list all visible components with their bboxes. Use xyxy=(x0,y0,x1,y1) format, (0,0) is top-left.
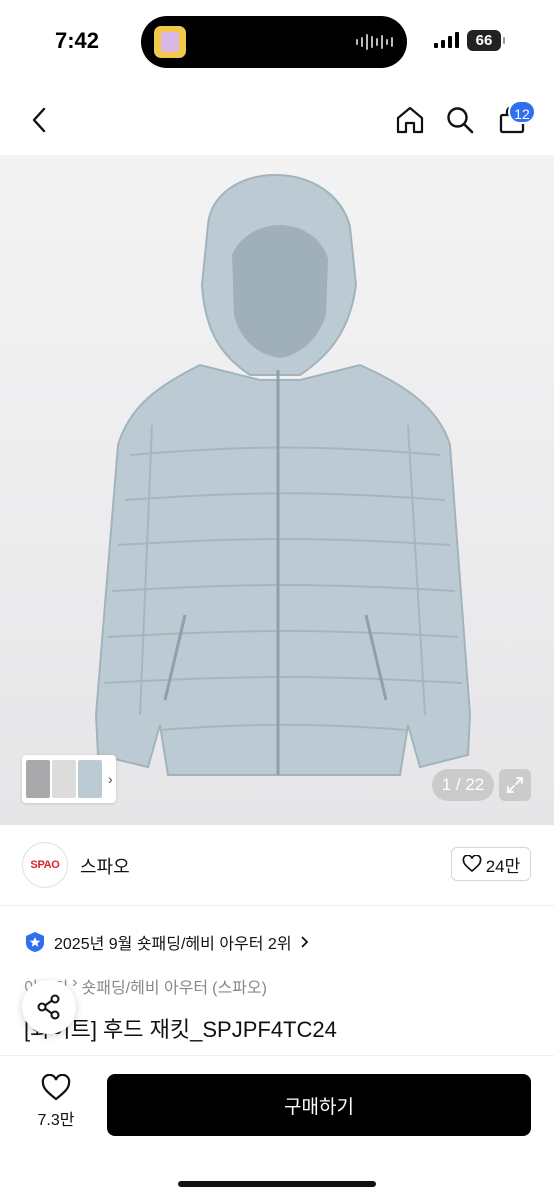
image-page-counter: 1 / 22 xyxy=(432,769,494,801)
wishlist-button[interactable]: 7.3만 xyxy=(22,1074,90,1144)
breadcrumb-item[interactable]: (스파오) xyxy=(212,974,267,998)
share-button[interactable] xyxy=(22,980,76,1034)
heart-icon xyxy=(41,1074,71,1101)
brand-like-button[interactable]: 24만 xyxy=(451,847,531,881)
back-button[interactable] xyxy=(22,102,58,138)
ranking-text: 2025년 9월 숏패딩/헤비 아우터 2위 xyxy=(54,936,292,953)
bottom-action-bar: 7.3만 구매하기 xyxy=(0,1055,554,1200)
thumbnail-strip[interactable]: › xyxy=(22,755,116,803)
status-bar: 7:42 66 xyxy=(0,0,554,84)
search-button[interactable] xyxy=(442,102,478,138)
status-time: 7:42 xyxy=(55,28,100,53)
breadcrumb-item[interactable]: 숏패딩/헤비 아우터 xyxy=(82,974,209,998)
home-button[interactable] xyxy=(392,102,428,138)
brand-name[interactable]: 스파오 xyxy=(80,853,130,879)
cart-count-badge: 12 xyxy=(508,100,536,124)
brand-like-count: 24만 xyxy=(485,856,521,876)
dynamic-island[interactable] xyxy=(141,16,407,68)
top-navigation xyxy=(0,92,554,148)
home-icon xyxy=(396,106,424,134)
product-image-gallery[interactable] xyxy=(0,155,554,825)
chevron-right-icon xyxy=(300,936,308,948)
thumbnail-image[interactable] xyxy=(78,760,102,798)
ranking-badge-icon xyxy=(26,932,44,952)
chevron-right-icon: › xyxy=(108,771,113,787)
ranking-link[interactable]: 2025년 9월 숏패딩/헤비 아우터 2위 xyxy=(24,928,310,956)
home-indicator xyxy=(178,1181,376,1187)
buy-button[interactable]: 구매하기 xyxy=(107,1074,531,1136)
expand-image-button[interactable] xyxy=(499,769,531,801)
cellular-signal-icon xyxy=(434,32,459,48)
brand-row: SPAO 스파오 24만 xyxy=(0,838,554,894)
thumbnail-image[interactable] xyxy=(52,760,76,798)
thumbnail-image[interactable] xyxy=(26,760,50,798)
battery-tip xyxy=(503,37,505,44)
wishlist-count: 7.3만 xyxy=(37,1112,75,1129)
now-playing-artwork xyxy=(154,26,186,58)
audio-wave-icon xyxy=(356,33,393,51)
brand-logo[interactable]: SPAO xyxy=(22,842,68,888)
expand-icon xyxy=(507,777,523,793)
section-divider xyxy=(0,905,554,906)
share-icon xyxy=(37,994,60,1020)
chevron-left-icon xyxy=(32,107,46,133)
product-photo xyxy=(94,173,472,776)
battery-indicator: 66 xyxy=(467,30,501,51)
heart-icon xyxy=(462,855,482,873)
search-icon xyxy=(447,107,474,134)
